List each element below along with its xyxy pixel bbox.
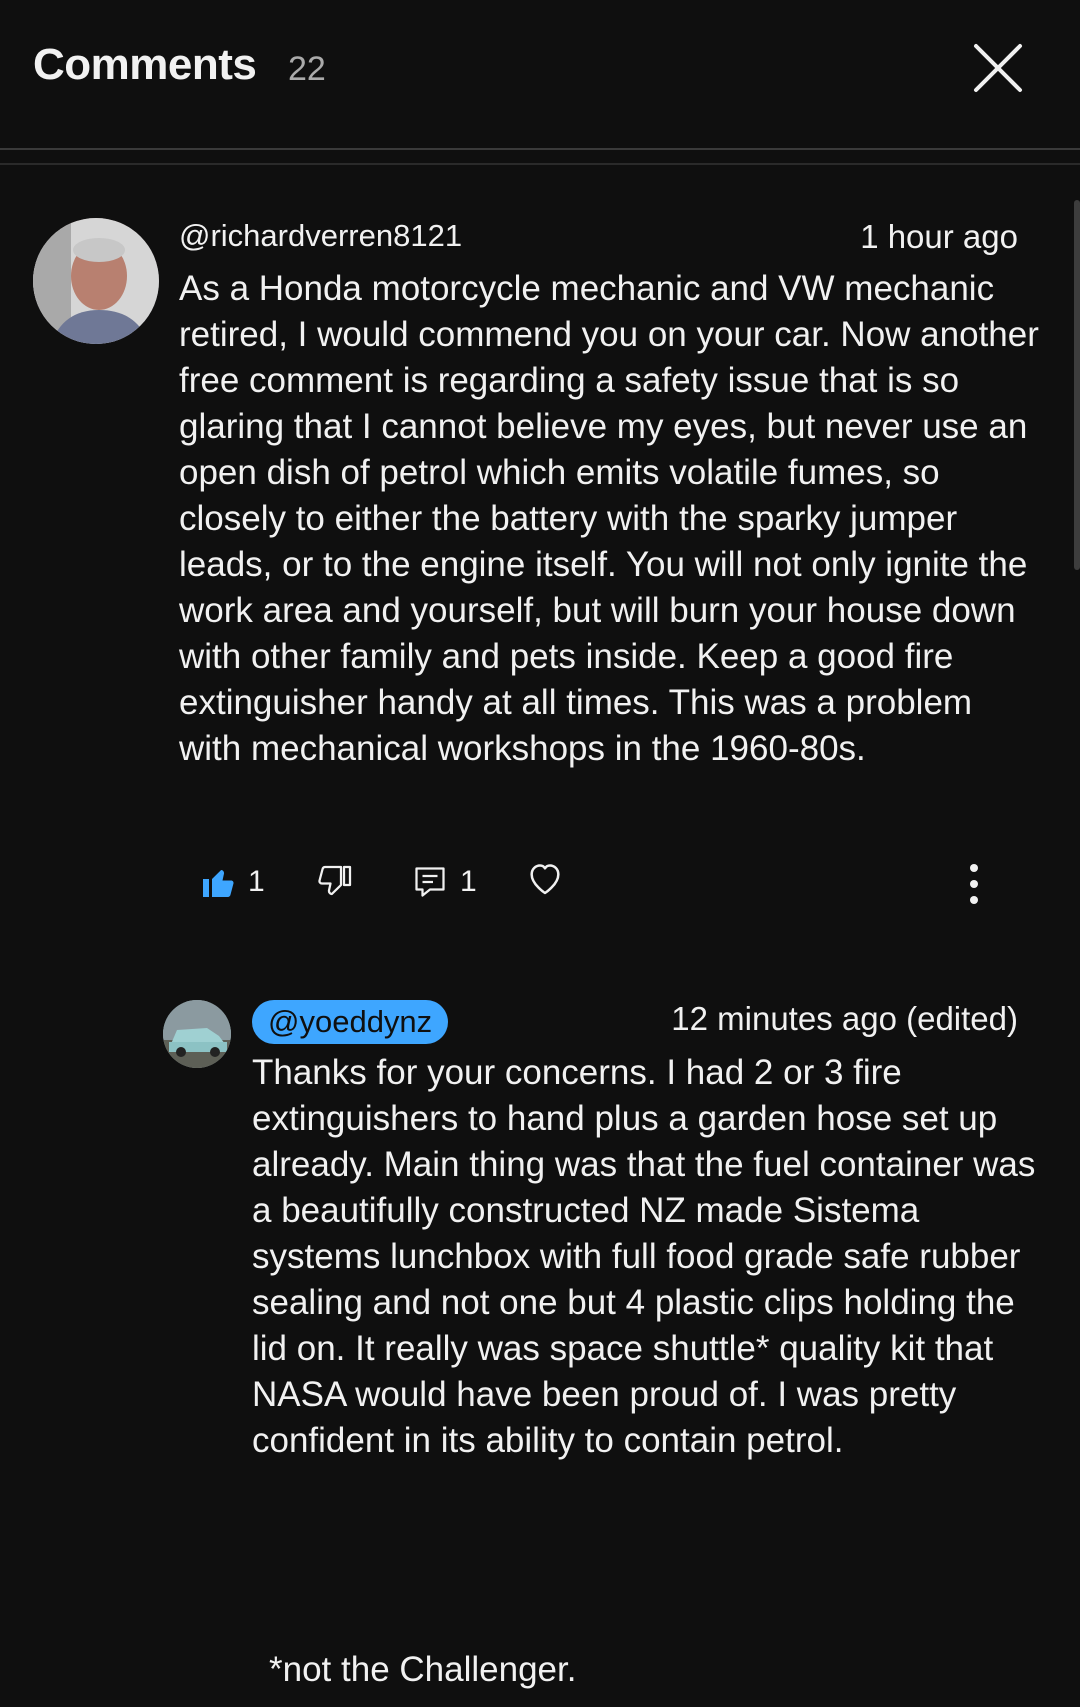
reply-icon	[415, 867, 445, 897]
close-icon	[974, 44, 1022, 92]
avatar[interactable]	[33, 218, 159, 344]
like-button[interactable]: 1	[200, 860, 265, 904]
avatar-person-icon	[33, 218, 159, 344]
like-count: 1	[248, 865, 265, 898]
comment-actions: 1 1	[200, 860, 1000, 910]
reply-text: Thanks for your concerns. I had 2 or 3 f…	[252, 1053, 1036, 1460]
thumbs-down-icon	[318, 865, 352, 896]
avatar-car-icon	[163, 1000, 231, 1068]
comments-count: 22	[288, 50, 326, 88]
comment-timestamp: 1 hour ago	[860, 218, 1018, 255]
reply-footnote: *not the Challenger.	[269, 1650, 577, 1689]
reply-author-badge[interactable]: @yoeddynz	[252, 1000, 449, 1044]
header-divider	[0, 148, 1080, 150]
reply-button[interactable]: 1	[412, 860, 477, 904]
reply-avatar[interactable]	[163, 1000, 231, 1068]
comments-title: Comments	[33, 40, 257, 89]
heart-icon	[530, 864, 560, 895]
reply-timestamp: 12 minutes ago (edited)	[671, 1000, 1018, 1037]
scrollbar[interactable]	[1074, 200, 1080, 570]
more-vertical-icon	[970, 864, 978, 904]
close-button[interactable]	[970, 40, 1026, 96]
dislike-button[interactable]	[317, 860, 353, 904]
header-divider-secondary	[0, 163, 1080, 165]
comment-author[interactable]: @richardverren8121	[179, 218, 462, 254]
heart-button[interactable]	[525, 856, 565, 900]
comment-text: As a Honda motorcycle mechanic and VW me…	[179, 269, 1039, 768]
more-options-button[interactable]	[966, 862, 982, 906]
comments-header: Comments 22	[0, 0, 1080, 150]
reply-count: 1	[460, 865, 477, 898]
thumbs-up-icon	[203, 870, 234, 897]
